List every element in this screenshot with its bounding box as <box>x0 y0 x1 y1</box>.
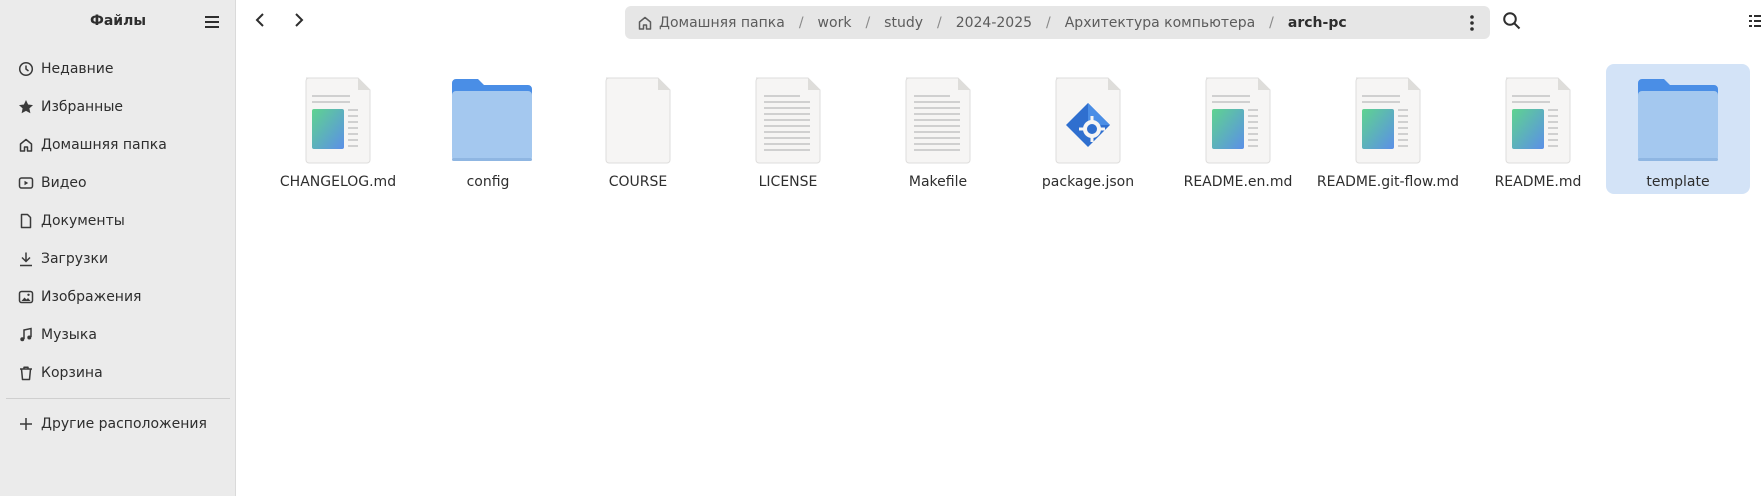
markdown-file-icon <box>1202 75 1274 165</box>
sidebar: Файлы Недавние Избранные Домашняя папка … <box>0 0 236 496</box>
file-name: config <box>466 174 510 190</box>
sidebar-other-section: Другие расположения <box>0 405 236 443</box>
file-item[interactable]: CHANGELOG.md <box>266 66 410 196</box>
breadcrumb-course[interactable]: Архитектура компьютера <box>1065 15 1255 31</box>
file-name: COURSE <box>608 174 668 190</box>
folder-icon <box>1638 75 1718 165</box>
file-name: template <box>1646 174 1710 190</box>
sidebar-item-home[interactable]: Домашняя папка <box>0 126 236 164</box>
file-item[interactable]: README.en.md <box>1166 66 1310 196</box>
sidebar-item-label: Изображения <box>41 289 142 305</box>
image-icon <box>18 289 34 305</box>
sidebar-header: Файлы <box>0 0 235 44</box>
trash-icon <box>18 365 34 381</box>
app-title: Файлы <box>89 13 147 29</box>
chevron-right-icon <box>292 12 306 32</box>
sidebar-item-label: Видео <box>41 175 87 191</box>
download-icon <box>18 251 34 267</box>
file-item-selected[interactable]: template <box>1606 64 1750 194</box>
music-icon <box>18 327 34 343</box>
file-name: CHANGELOG.md <box>279 174 397 190</box>
file-item[interactable]: COURSE <box>566 66 710 196</box>
breadcrumb-home[interactable]: Домашняя папка <box>659 15 785 31</box>
more-options-icon[interactable] <box>1464 14 1480 32</box>
home-icon <box>18 137 34 153</box>
video-icon <box>18 175 34 191</box>
file-name: package.json <box>1041 174 1135 190</box>
file-item[interactable]: README.git-flow.md <box>1316 66 1460 196</box>
markdown-file-icon <box>1502 75 1574 165</box>
sidebar-item-label: Домашняя папка <box>41 137 167 153</box>
file-item[interactable]: config <box>416 66 560 196</box>
plus-icon <box>18 416 34 432</box>
clock-icon <box>18 61 34 77</box>
file-name: Makefile <box>908 174 968 190</box>
path-bar: Домашняя папка / work / study / 2024-202… <box>625 6 1490 39</box>
file-item[interactable]: README.md <box>1466 66 1610 196</box>
sidebar-item-trash[interactable]: Корзина <box>0 354 236 392</box>
folder-icon <box>452 75 532 165</box>
markdown-file-icon <box>302 75 374 165</box>
sidebar-item-recent[interactable]: Недавние <box>0 50 236 88</box>
sidebar-item-label: Корзина <box>41 365 103 381</box>
sidebar-item-other-locations[interactable]: Другие расположения <box>0 405 236 443</box>
breadcrumb-work[interactable]: work <box>818 15 852 31</box>
file-item[interactable]: package.json <box>1016 66 1160 196</box>
text-file-icon <box>902 75 974 165</box>
hamburger-menu-icon[interactable] <box>203 13 221 31</box>
sidebar-item-label: Другие расположения <box>41 416 207 432</box>
star-icon <box>18 99 34 115</box>
sidebar-item-pictures[interactable]: Изображения <box>0 278 236 316</box>
sidebar-item-starred[interactable]: Избранные <box>0 88 236 126</box>
blank-file-icon <box>602 75 674 165</box>
document-icon <box>18 213 34 229</box>
forward-button[interactable] <box>287 10 311 34</box>
breadcrumb-current[interactable]: arch-pc <box>1288 15 1347 31</box>
sidebar-item-label: Документы <box>41 213 125 229</box>
view-toggle-button[interactable] <box>1748 11 1761 31</box>
file-item[interactable]: LICENSE <box>716 66 860 196</box>
breadcrumb-separator: / <box>936 14 942 31</box>
sidebar-item-documents[interactable]: Документы <box>0 202 236 240</box>
file-name: README.git-flow.md <box>1316 174 1460 190</box>
breadcrumb-separator: / <box>865 14 871 31</box>
back-button[interactable] <box>248 10 272 34</box>
sidebar-item-label: Загрузки <box>41 251 109 267</box>
breadcrumb-separator: / <box>798 14 804 31</box>
list-view-icon <box>1748 15 1761 35</box>
search-icon <box>1502 12 1522 35</box>
json-file-icon <box>1052 75 1124 165</box>
sidebar-divider <box>6 398 230 399</box>
sidebar-item-videos[interactable]: Видео <box>0 164 236 202</box>
sidebar-item-downloads[interactable]: Загрузки <box>0 240 236 278</box>
breadcrumb-separator: / <box>1269 14 1274 31</box>
sidebar-places: Недавние Избранные Домашняя папка Видео … <box>0 50 236 392</box>
file-name: README.en.md <box>1183 174 1293 190</box>
file-name: LICENSE <box>758 174 818 190</box>
search-button[interactable] <box>1502 11 1524 33</box>
sidebar-item-label: Избранные <box>41 99 123 115</box>
breadcrumb-separator: / <box>1046 14 1051 31</box>
markdown-file-icon <box>1352 75 1424 165</box>
sidebar-item-music[interactable]: Музыка <box>0 316 236 354</box>
breadcrumb-study[interactable]: study <box>884 15 923 31</box>
sidebar-item-label: Музыка <box>41 327 97 343</box>
home-icon <box>637 15 653 31</box>
text-file-icon <box>752 75 824 165</box>
breadcrumb-year[interactable]: 2024-2025 <box>956 15 1032 31</box>
file-name: README.md <box>1494 174 1582 190</box>
sidebar-item-label: Недавние <box>41 61 114 77</box>
file-item[interactable]: Makefile <box>866 66 1010 196</box>
chevron-left-icon <box>253 12 267 32</box>
